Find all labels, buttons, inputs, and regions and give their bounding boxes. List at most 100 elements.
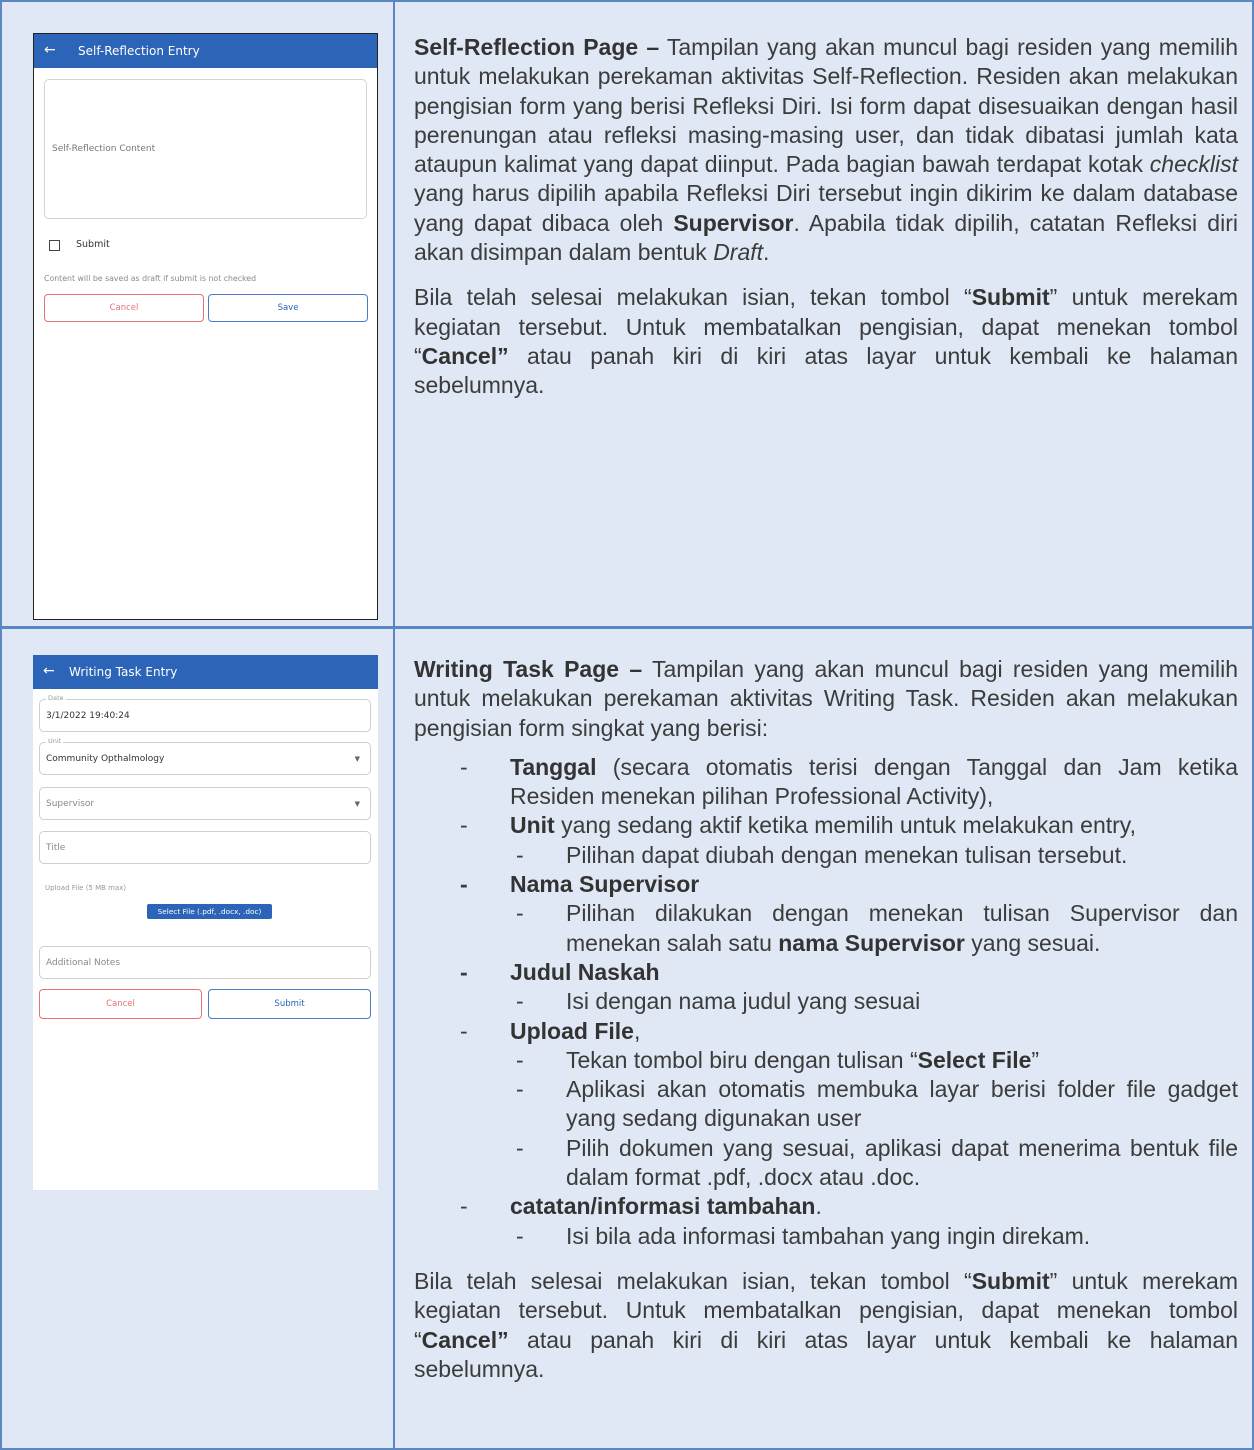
supervisor-placeholder: Supervisor bbox=[46, 799, 95, 809]
content-placeholder: Self-Reflection Content bbox=[52, 144, 156, 154]
cancel-button[interactable]: Cancel bbox=[44, 294, 204, 322]
self-reflection-content-input[interactable]: Self-Reflection Content bbox=[44, 79, 367, 219]
text-run: Tekan tombol biru dengan tulisan “ bbox=[566, 1046, 918, 1073]
text-run: yang sedang aktif ketika memilih untuk m… bbox=[554, 812, 1136, 839]
date-field[interactable]: Date 3/1/2022 19:40:24 bbox=[39, 694, 371, 732]
dash-bullet: - bbox=[460, 812, 468, 839]
self-reflection-paragraph-2: Bila telah selesai melakukan isian, teka… bbox=[414, 283, 1238, 400]
self-reflection-screenshot: ← Self-Reflection Entry Self-Reflection … bbox=[33, 33, 378, 620]
dash-bullet: - bbox=[460, 958, 468, 985]
text-run-bold: Nama Supervisor bbox=[510, 871, 700, 898]
text-run-bold: Cancel” bbox=[421, 1326, 509, 1353]
cancel-button[interactable]: Cancel bbox=[39, 989, 202, 1019]
text-run-bold: Tanggal bbox=[510, 753, 597, 780]
list-item: - Unit yang sedang aktif ketika memilih u… bbox=[414, 811, 1238, 840]
list-item: - Nama Supervisor bbox=[414, 870, 1238, 899]
dash-bullet: - bbox=[460, 753, 468, 780]
text-run: Bila telah selesai melakukan isian, teka… bbox=[414, 284, 972, 311]
notes-placeholder: Additional Notes bbox=[46, 958, 121, 968]
list-subitem: - Tekan tombol biru dengan tulisan “Selec… bbox=[414, 1046, 1238, 1075]
app-bar-title: Self-Reflection Entry bbox=[78, 44, 200, 58]
back-arrow-icon[interactable]: ← bbox=[43, 663, 55, 679]
text-run-bold: Unit bbox=[510, 812, 555, 839]
list-item: - Upload File, bbox=[414, 1017, 1238, 1046]
supervisor-select[interactable]: Supervisor ▼ bbox=[39, 787, 371, 820]
dash-bullet: - bbox=[460, 1193, 468, 1220]
app-bar: ← Writing Task Entry bbox=[33, 655, 378, 689]
text-run-bold: Select File bbox=[917, 1046, 1032, 1073]
text-run-bold: Judul Naskah bbox=[510, 958, 660, 985]
select-file-button[interactable]: Select File (.pdf, .docx, .doc) bbox=[147, 904, 272, 919]
text-run: (secara otomatis terisi dengan Tanggal d… bbox=[510, 753, 1238, 810]
dash-bullet: - bbox=[516, 1222, 524, 1249]
list-item: - Judul Naskah bbox=[414, 958, 1238, 987]
text-run: Pilih dokumen yang sesuai, aplikasi dapa… bbox=[566, 1134, 1238, 1191]
text-run-bold: nama Supervisor bbox=[778, 929, 965, 956]
list-subitem: - Aplikasi akan otomatis membuka layar be… bbox=[414, 1075, 1238, 1134]
text-run-bold: Submit bbox=[971, 1267, 1050, 1294]
section-heading: Self-Reflection Page – bbox=[414, 34, 660, 60]
text-run-bold: Supervisor bbox=[673, 209, 794, 236]
submit-button[interactable]: Submit bbox=[208, 989, 371, 1019]
dash-bullet: - bbox=[516, 1134, 524, 1161]
text-run: . bbox=[763, 239, 770, 266]
text-run: Isi dengan nama judul yang sesuai bbox=[566, 988, 921, 1015]
dash-bullet: - bbox=[460, 871, 468, 898]
section-heading: Writing Task Page – bbox=[414, 656, 643, 682]
text-run-italic: Draft bbox=[713, 239, 764, 266]
self-reflection-paragraph-1: Self-Reflection Page – Tampilan yang aka… bbox=[414, 33, 1238, 267]
dash-bullet: - bbox=[516, 1076, 524, 1103]
dash-bullet: - bbox=[516, 1046, 524, 1073]
back-arrow-icon[interactable]: ← bbox=[44, 42, 56, 58]
date-value: 3/1/2022 19:40:24 bbox=[46, 711, 130, 721]
title-placeholder: Title bbox=[46, 843, 66, 853]
submit-checkbox[interactable] bbox=[49, 240, 60, 251]
text-run: yang sesuai. bbox=[964, 929, 1101, 956]
submit-checkbox-label: Submit bbox=[76, 239, 110, 250]
text-run: Aplikasi akan otomatis membuka layar ber… bbox=[566, 1076, 1238, 1132]
dash-bullet: - bbox=[516, 988, 524, 1015]
text-run: atau panah kiri di kiri atas layar untuk… bbox=[414, 342, 1238, 399]
text-run-bold: Submit bbox=[971, 284, 1050, 311]
dash-bullet: - bbox=[516, 900, 524, 927]
list-subitem: - Pilihan dapat diubah dengan menekan tul… bbox=[414, 841, 1238, 870]
text-run: ” bbox=[1031, 1046, 1040, 1073]
writing-task-intro: Writing Task Page – Tampilan yang akan m… bbox=[414, 655, 1238, 743]
app-bar-title: Writing Task Entry bbox=[69, 665, 178, 679]
text-run-bold: Cancel” bbox=[421, 342, 509, 369]
draft-hint: Content will be saved as draft if submit… bbox=[44, 274, 257, 283]
title-input[interactable]: Title bbox=[39, 831, 371, 864]
list-subitem: - Pilihan dilakukan dengan menekan tulisa… bbox=[414, 899, 1238, 958]
unit-select[interactable]: Unit Community Opthalmology ▼ bbox=[39, 737, 371, 775]
list-item: - catatan/informasi tambahan. bbox=[414, 1192, 1238, 1221]
date-label: Date bbox=[46, 694, 66, 702]
text-run-italic: checklist bbox=[1149, 151, 1238, 178]
text-run-bold: Upload File bbox=[510, 1017, 634, 1044]
additional-notes-input[interactable]: Additional Notes bbox=[39, 946, 371, 979]
text-run: . bbox=[815, 1193, 822, 1220]
writing-task-screenshot: ← Writing Task Entry Date 3/1/2022 19:40… bbox=[33, 655, 378, 1190]
app-bar: ← Self-Reflection Entry bbox=[34, 34, 377, 68]
list-subitem: - Pilih dokumen yang sesuai, aplikasi dap… bbox=[414, 1134, 1238, 1193]
text-run: , bbox=[633, 1017, 641, 1044]
chevron-down-icon: ▼ bbox=[354, 800, 360, 808]
writing-task-field-list: - Tanggal (secara otomatis terisi dengan … bbox=[414, 753, 1238, 1251]
text-run: Pilihan dapat diubah dengan menekan tuli… bbox=[566, 841, 1128, 868]
list-item: - Tanggal (secara otomatis terisi dengan … bbox=[414, 753, 1238, 812]
writing-task-description: Writing Task Page – Tampilan yang akan m… bbox=[414, 655, 1238, 1384]
unit-label: Unit bbox=[46, 737, 64, 745]
self-reflection-description: Self-Reflection Page – Tampilan yang aka… bbox=[414, 33, 1238, 401]
unit-value: Community Opthalmology bbox=[46, 754, 165, 764]
table-column-divider bbox=[393, 0, 395, 1450]
table-row-divider bbox=[0, 626, 1254, 629]
text-run-bold: catatan/informasi tambahan bbox=[510, 1193, 816, 1220]
text-run: Bila telah selesai melakukan isian, teka… bbox=[414, 1267, 972, 1294]
list-subitem: - Isi dengan nama judul yang sesuai bbox=[414, 987, 1238, 1016]
upload-label: Upload File (5 MB max) bbox=[45, 884, 127, 892]
dash-bullet: - bbox=[516, 841, 524, 868]
text-run: Isi bila ada informasi tambahan yang ing… bbox=[566, 1222, 1091, 1249]
save-button[interactable]: Save bbox=[208, 294, 368, 322]
upload-file-area: Upload File (5 MB max) Select File (.pdf… bbox=[39, 877, 371, 934]
list-subitem: - Isi bila ada informasi tambahan yang in… bbox=[414, 1222, 1238, 1251]
chevron-down-icon: ▼ bbox=[354, 755, 360, 763]
